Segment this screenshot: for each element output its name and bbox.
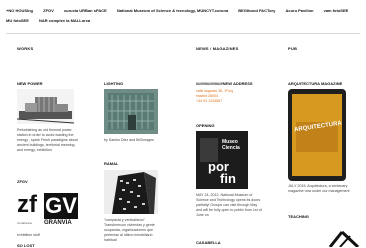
section-pub: PUB xyxy=(288,46,298,51)
tag-link[interactable]: curuxia URBan sPACE xyxy=(64,6,107,16)
tag-link[interactable]: MU fotoSEE xyxy=(6,16,29,26)
zfgv-logo[interactable]: zf GV zonafranca GRANVIA xyxy=(17,189,79,229)
item-desc-opening: MAY 24, 2012. National Museum of Science… xyxy=(196,193,262,217)
address-line-3: +34 91 1234567 xyxy=(196,99,223,103)
ramal-building-image[interactable] xyxy=(104,170,158,214)
item-title-zfgv[interactable]: ZFGV xyxy=(17,179,28,184)
item-desc-zfgv: exhibition stuff xyxy=(17,233,40,237)
tag-link[interactable]: BEGIbond FACTory xyxy=(238,6,275,16)
item-desc-new-power: Refurbishing an old thermal power statio… xyxy=(17,128,78,152)
tag-link[interactable]: National Museum of Science & tecnology, … xyxy=(117,6,228,16)
item-title-ramal[interactable]: RAMAL xyxy=(104,161,118,166)
poster-text-b: Ciencia xyxy=(222,145,240,151)
item-title-so-lost[interactable]: SO LOST xyxy=(17,243,35,248)
zfgv-logo-right: GV xyxy=(45,193,77,218)
zfgv-logo-sub: zonafranca xyxy=(17,221,32,225)
zfgv-logo-block: GV xyxy=(44,193,78,219)
item-title-teaching[interactable]: TEACHING xyxy=(288,214,309,219)
tag-bar: +NO HOUSing ZFGV curuxia URBan sPACE Nat… xyxy=(6,6,362,26)
tag-link[interactable]: NAR complex la MALLorca xyxy=(39,16,90,26)
teaching-image[interactable] xyxy=(326,230,360,247)
item-title-opening[interactable]: OPENING xyxy=(196,123,214,128)
magazine-cover: ARQUITECTURA xyxy=(292,94,342,176)
tag-link[interactable]: vam fotoSEE xyxy=(324,6,349,16)
tag-link[interactable]: +NO HOUSing xyxy=(6,6,33,16)
divider xyxy=(6,33,360,34)
tablet-device[interactable]: ARQUITECTURA xyxy=(288,89,346,181)
lighting-image[interactable] xyxy=(104,89,158,134)
section-works: WORKS xyxy=(17,46,34,51)
item-desc-ramal: "compacta y verticalismo" Transformcon v… xyxy=(104,218,155,242)
item-title-arq-magazine[interactable]: ARQUITECTURA MAGAZINE xyxy=(288,81,342,86)
item-title-casabella[interactable]: CASABELLA xyxy=(196,240,221,245)
item-title-new-address[interactable]: ////////////////////////NEW ADDRESS xyxy=(196,81,253,86)
item-title-new-power[interactable]: NEW POWER xyxy=(17,81,43,86)
section-news: NEWS / MAGAZINES xyxy=(196,46,239,51)
tag-link[interactable]: ZFGV xyxy=(43,6,54,16)
opening-poster[interactable]: Museo Ciencia por fin xyxy=(196,131,248,189)
power-station-image[interactable] xyxy=(17,89,74,124)
zfgv-logo-left: zf xyxy=(17,191,37,218)
item-desc-arq-magazine: JULY 2015. Arquitectura, a centenary mag… xyxy=(288,184,350,193)
tag-link[interactable]: Acoru Pavillon xyxy=(285,6,313,16)
item-title-lighting[interactable]: LIGHTING xyxy=(104,81,123,86)
item-desc-lighting: by Santos Diez and BIGimages xyxy=(104,138,154,142)
zfgv-logo-sub2: GRANVIA xyxy=(44,220,72,226)
poster-text-d: fin xyxy=(220,171,236,186)
